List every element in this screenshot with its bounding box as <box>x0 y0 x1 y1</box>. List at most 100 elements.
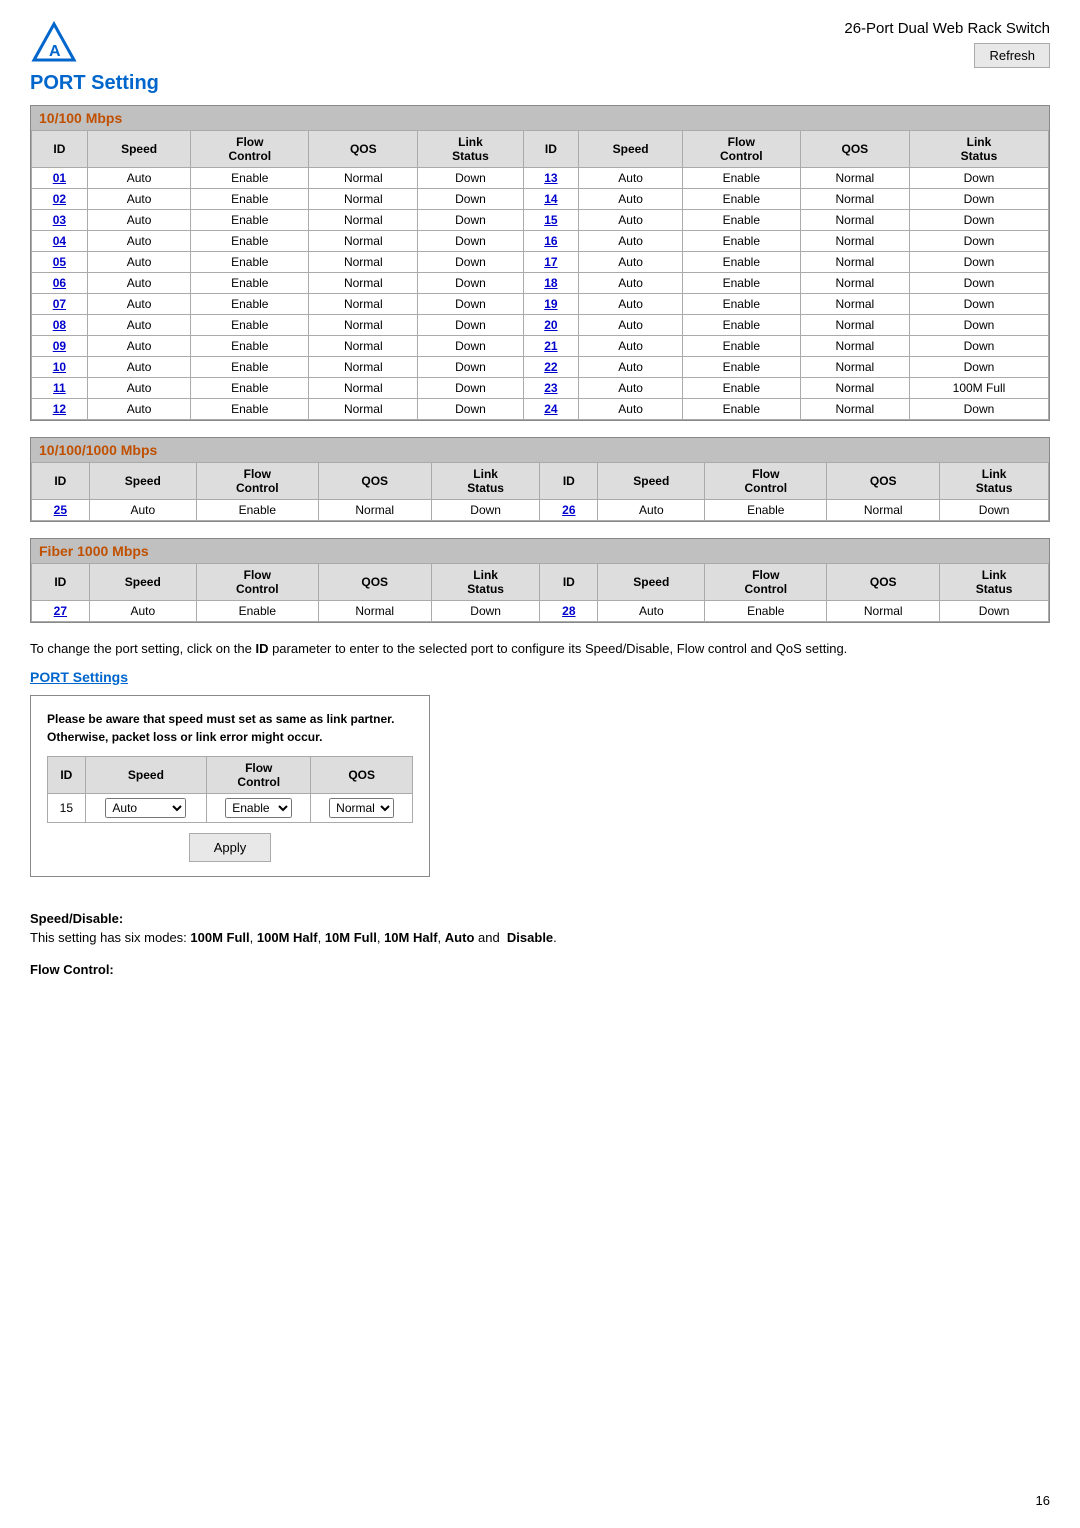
port-id-link[interactable]: 20 <box>544 318 557 332</box>
section-Fiber-1000-Mbps: Fiber 1000 MbpsIDSpeedFlowControlQOSLink… <box>30 538 1050 623</box>
flow-select[interactable]: EnableDisable <box>225 798 292 818</box>
speed-val: Auto <box>579 231 683 252</box>
port-id-link[interactable]: 15 <box>544 213 557 227</box>
port-id-link[interactable]: 28 <box>562 604 575 618</box>
flow-val: Enable <box>682 399 800 420</box>
col-header: LinkStatus <box>418 131 523 168</box>
qos-val: Normal <box>827 601 940 622</box>
config-flow-cell[interactable]: EnableDisable <box>207 793 311 822</box>
port-id-link[interactable]: 09 <box>53 339 66 353</box>
port-id-link[interactable]: 25 <box>54 503 67 517</box>
col-speed: Speed <box>85 756 207 793</box>
device-name: 26-Port Dual Web Rack Switch <box>844 20 1050 37</box>
port-id-link[interactable]: 19 <box>544 297 557 311</box>
config-qos-cell[interactable]: NormalHigh <box>311 793 413 822</box>
col-header: ID <box>32 564 90 601</box>
speed-val: Auto <box>579 357 683 378</box>
status-val: Down <box>909 273 1048 294</box>
port-id-link[interactable]: 01 <box>53 171 66 185</box>
speed-val: Auto <box>87 294 191 315</box>
col-header: FlowControl <box>705 463 827 500</box>
status-val: Down <box>909 294 1048 315</box>
apply-button[interactable]: Apply <box>189 833 272 862</box>
col-header: QOS <box>318 463 431 500</box>
col-header: LinkStatus <box>940 463 1049 500</box>
status-val: Down <box>909 336 1048 357</box>
col-header: Speed <box>89 463 196 500</box>
speed-val: Auto <box>579 399 683 420</box>
page-title: PORT Setting <box>30 72 159 95</box>
config-row: 15 Auto100M Full100M Half10M Full10M Hal… <box>48 793 413 822</box>
port-id-link[interactable]: 10 <box>53 360 66 374</box>
status-val: Down <box>418 336 523 357</box>
port-table: IDSpeedFlowControlQOSLinkStatusIDSpeedFl… <box>31 130 1049 420</box>
qos-val: Normal <box>309 189 418 210</box>
table-row: 27AutoEnableNormalDown28AutoEnableNormal… <box>32 601 1049 622</box>
port-id-link[interactable]: 04 <box>53 234 66 248</box>
refresh-button[interactable]: Refresh <box>974 43 1050 68</box>
table-row: 02AutoEnableNormalDown14AutoEnableNormal… <box>32 189 1049 210</box>
speed-val: Auto <box>87 168 191 189</box>
speed-select[interactable]: Auto100M Full100M Half10M Full10M HalfDi… <box>105 798 186 818</box>
qos-val: Normal <box>800 378 909 399</box>
flow-val: Enable <box>196 500 318 521</box>
port-id-link[interactable]: 08 <box>53 318 66 332</box>
table-row: 11AutoEnableNormalDown23AutoEnableNormal… <box>32 378 1049 399</box>
table-row: 06AutoEnableNormalDown18AutoEnableNormal… <box>32 273 1049 294</box>
flow-val: Enable <box>191 378 309 399</box>
flow-val: Enable <box>682 357 800 378</box>
port-id-link[interactable]: 14 <box>544 192 557 206</box>
port-id-link[interactable]: 27 <box>54 604 67 618</box>
qos-val: Normal <box>318 500 431 521</box>
status-val: Down <box>909 252 1048 273</box>
port-id-link[interactable]: 21 <box>544 339 557 353</box>
speed-val: Auto <box>598 500 705 521</box>
status-val: Down <box>418 315 523 336</box>
port-id-link[interactable]: 23 <box>544 381 557 395</box>
flow-val: Enable <box>682 378 800 399</box>
flow-val: Enable <box>682 315 800 336</box>
col-header: QOS <box>318 564 431 601</box>
port-id-link[interactable]: 13 <box>544 171 557 185</box>
flow-val: Enable <box>191 315 309 336</box>
speed-val: Auto <box>89 500 196 521</box>
config-box: Please be aware that speed must set as s… <box>30 695 430 877</box>
qos-val: Normal <box>800 336 909 357</box>
port-id-link[interactable]: 22 <box>544 360 557 374</box>
flow-val: Enable <box>191 189 309 210</box>
port-id-link[interactable]: 05 <box>53 255 66 269</box>
section-10/100/1000-Mbps: 10/100/1000 MbpsIDSpeedFlowControlQOSLin… <box>30 437 1050 522</box>
port-id-link[interactable]: 17 <box>544 255 557 269</box>
port-id-link[interactable]: 11 <box>53 381 66 395</box>
port-id-link[interactable]: 02 <box>53 192 66 206</box>
flow-val: Enable <box>682 252 800 273</box>
speed-description: Speed/Disable: This setting has six mode… <box>30 909 1050 948</box>
port-id-link[interactable]: 18 <box>544 276 557 290</box>
port-id-link[interactable]: 16 <box>544 234 557 248</box>
qos-select[interactable]: NormalHigh <box>329 798 394 818</box>
port-id-link[interactable]: 26 <box>562 503 575 517</box>
status-val: 100M Full <box>909 378 1048 399</box>
speed-val: Auto <box>87 231 191 252</box>
col-flow: FlowControl <box>207 756 311 793</box>
port-id-link[interactable]: 12 <box>53 402 66 416</box>
status-val: Down <box>909 189 1048 210</box>
port-id-link[interactable]: 06 <box>53 276 66 290</box>
qos-val: Normal <box>309 252 418 273</box>
speed-val: Auto <box>579 210 683 231</box>
section-10/100-Mbps: 10/100 MbpsIDSpeedFlowControlQOSLinkStat… <box>30 105 1050 421</box>
status-val: Down <box>418 399 523 420</box>
port-id-link[interactable]: 24 <box>544 402 557 416</box>
qos-val: Normal <box>800 399 909 420</box>
qos-val: Normal <box>309 336 418 357</box>
port-id-link[interactable]: 03 <box>53 213 66 227</box>
col-header: Speed <box>579 131 683 168</box>
port-id-link[interactable]: 07 <box>53 297 66 311</box>
port-settings-link[interactable]: PORT Settings <box>30 669 1050 685</box>
status-val: Down <box>418 273 523 294</box>
flow-val: Enable <box>682 294 800 315</box>
speed-val: Auto <box>87 210 191 231</box>
col-header: LinkStatus <box>909 131 1048 168</box>
col-header: FlowControl <box>196 463 318 500</box>
config-speed-cell[interactable]: Auto100M Full100M Half10M Full10M HalfDi… <box>85 793 207 822</box>
